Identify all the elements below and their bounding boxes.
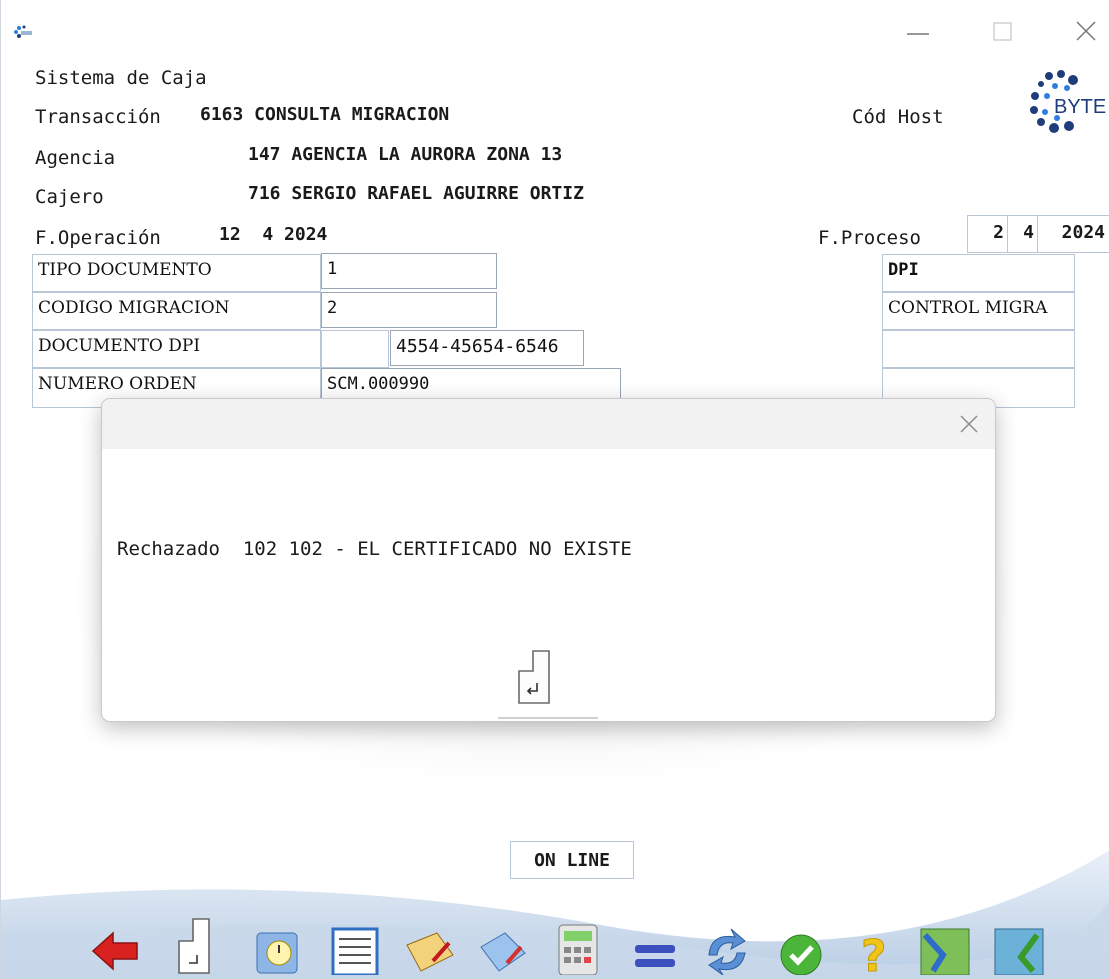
f-proceso-month: 4: [1007, 215, 1039, 253]
tipo-documento-desc: DPI: [882, 254, 1075, 292]
enter-icon[interactable]: [171, 915, 223, 975]
f-proceso-day: 2: [967, 215, 1009, 253]
cajero-value: 716 SERGIO RAFAEL AGUIRRE ORTIZ: [248, 183, 584, 204]
map-transfer-icon[interactable]: [919, 915, 971, 975]
calendar-clock-icon[interactable]: [253, 915, 305, 975]
f-proceso-label: F.Proceso: [818, 227, 921, 249]
edit-document-icon[interactable]: [477, 915, 529, 975]
agencia-label: Agencia: [35, 147, 116, 169]
document-list-icon[interactable]: [329, 915, 381, 975]
app-logo-icon: [14, 25, 32, 38]
tipo-documento-label: TIPO DOCUMENTO: [32, 254, 321, 292]
equals-icon[interactable]: [629, 915, 681, 975]
codigo-migracion-desc: CONTROL MIGRA: [882, 292, 1075, 330]
app-window: Sistema de Caja Transacción 6163 CONSULT…: [0, 0, 1109, 979]
minimize-icon: [907, 33, 929, 35]
close-icon: [1076, 21, 1096, 41]
codigo-migracion-input[interactable]: 2: [321, 292, 497, 328]
documento-dpi-desc: [882, 330, 1075, 368]
calculator-icon[interactable]: [553, 915, 605, 975]
transaccion-value: 6163 CONSULTA MIGRACION: [200, 104, 450, 125]
documento-dpi-input[interactable]: 4554-45654-6546: [390, 330, 584, 366]
enter-return-icon[interactable]: [515, 649, 553, 705]
codigo-migracion-label: CODIGO MIGRACION: [32, 292, 321, 330]
f-operacion-value: 12 4 2024: [219, 224, 328, 245]
message-dialog: Rechazado 102 102 - EL CERTIFICADO NO EX…: [101, 398, 996, 722]
maximize-icon: [993, 22, 1012, 41]
dialog-close-icon[interactable]: [954, 409, 984, 439]
dialog-message: Rechazado 102 102 - EL CERTIFICADO NO EX…: [117, 538, 632, 560]
system-title: Sistema de Caja: [35, 67, 207, 89]
documento-dpi-label: DOCUMENTO DPI: [32, 330, 321, 368]
refresh-icon[interactable]: [701, 915, 753, 975]
agencia-value: 147 AGENCIA LA AURORA ZONA 13: [248, 144, 563, 165]
documento-dpi-spacer: [321, 330, 389, 368]
svg-text:BYTE: BYTE: [1054, 96, 1106, 118]
dialog-header: [102, 399, 995, 449]
cod-host-label: Cód Host: [852, 106, 944, 128]
title-bar: [1, 0, 1109, 60]
f-operacion-label: F.Operación: [35, 227, 161, 249]
transaccion-label: Transacción: [35, 106, 161, 128]
minimize-button[interactable]: [899, 14, 939, 50]
cajero-label: Cajero: [35, 186, 104, 208]
sign-document-icon[interactable]: [403, 915, 455, 975]
svg-text:?: ?: [861, 931, 887, 975]
maximize-button[interactable]: [986, 14, 1026, 50]
tipo-documento-input[interactable]: 1: [321, 253, 497, 289]
map-transfer-2-icon[interactable]: [993, 915, 1045, 975]
help-icon[interactable]: ?: [851, 915, 903, 976]
dialog-button-underline: [498, 717, 598, 719]
f-proceso-year: 2024: [1037, 215, 1109, 253]
back-arrow-icon[interactable]: [89, 915, 141, 975]
byte-logo: BYTE: [1030, 70, 1106, 133]
close-button[interactable]: [1067, 14, 1107, 50]
check-icon[interactable]: [775, 915, 827, 975]
